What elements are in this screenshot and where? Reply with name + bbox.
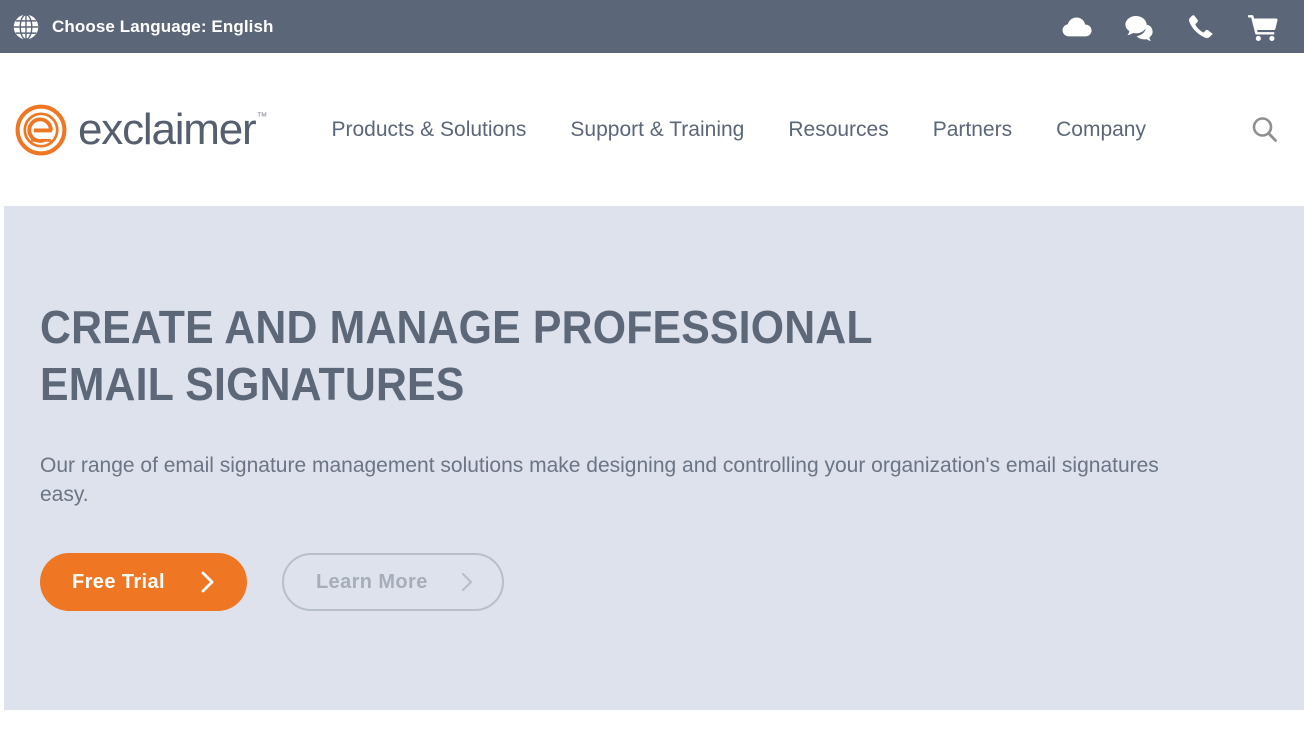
page-title: Create and manage professional email sig… (40, 301, 872, 410)
chat-icon[interactable] (1122, 10, 1156, 44)
logo-wordmark: exclaimer ™ (78, 104, 268, 154)
below-fold-area (0, 710, 1304, 756)
logo-trademark: ™ (256, 110, 268, 123)
exclaimer-logo-icon (15, 104, 67, 155)
cloud-icon[interactable] (1060, 10, 1094, 44)
site-header: exclaimer ™ Products & Solutions Support… (0, 53, 1304, 206)
free-trial-button-label: Free Trial (72, 570, 165, 593)
learn-more-button[interactable]: Learn More (281, 553, 504, 611)
nav-item-company[interactable]: Company (1034, 112, 1168, 148)
learn-more-button-label: Learn More (315, 570, 428, 593)
cart-icon[interactable] (1246, 10, 1280, 44)
phone-icon[interactable] (1184, 10, 1218, 44)
nav-item-resources[interactable]: Resources (766, 112, 910, 148)
chevron-right-icon (201, 571, 214, 593)
hero-subtitle: Our range of email signature management … (40, 454, 1159, 506)
globe-icon (13, 13, 39, 40)
nav-item-support-training[interactable]: Support & Training (548, 112, 766, 148)
topbar-icon-group (1060, 10, 1280, 44)
nav-item-products-solutions[interactable]: Products & Solutions (309, 112, 548, 148)
hero-cta-group: Free Trial Learn More (40, 553, 1268, 611)
nav-item-partners[interactable]: Partners (911, 112, 1034, 148)
main-navigation: Products & Solutions Support & Training … (309, 112, 1282, 148)
free-trial-button[interactable]: Free Trial (40, 553, 247, 611)
language-label: Choose Language: English (52, 16, 274, 36)
chevron-right-icon (461, 572, 472, 592)
hero-section: Create and manage professional email sig… (0, 206, 1304, 710)
site-logo[interactable]: exclaimer ™ (14, 103, 267, 157)
language-selector[interactable]: Choose Language: English (12, 13, 274, 41)
top-utility-bar: Choose Language: English (0, 0, 1304, 53)
search-icon[interactable] (1248, 113, 1282, 147)
logo-text: exclaimer (78, 104, 257, 154)
